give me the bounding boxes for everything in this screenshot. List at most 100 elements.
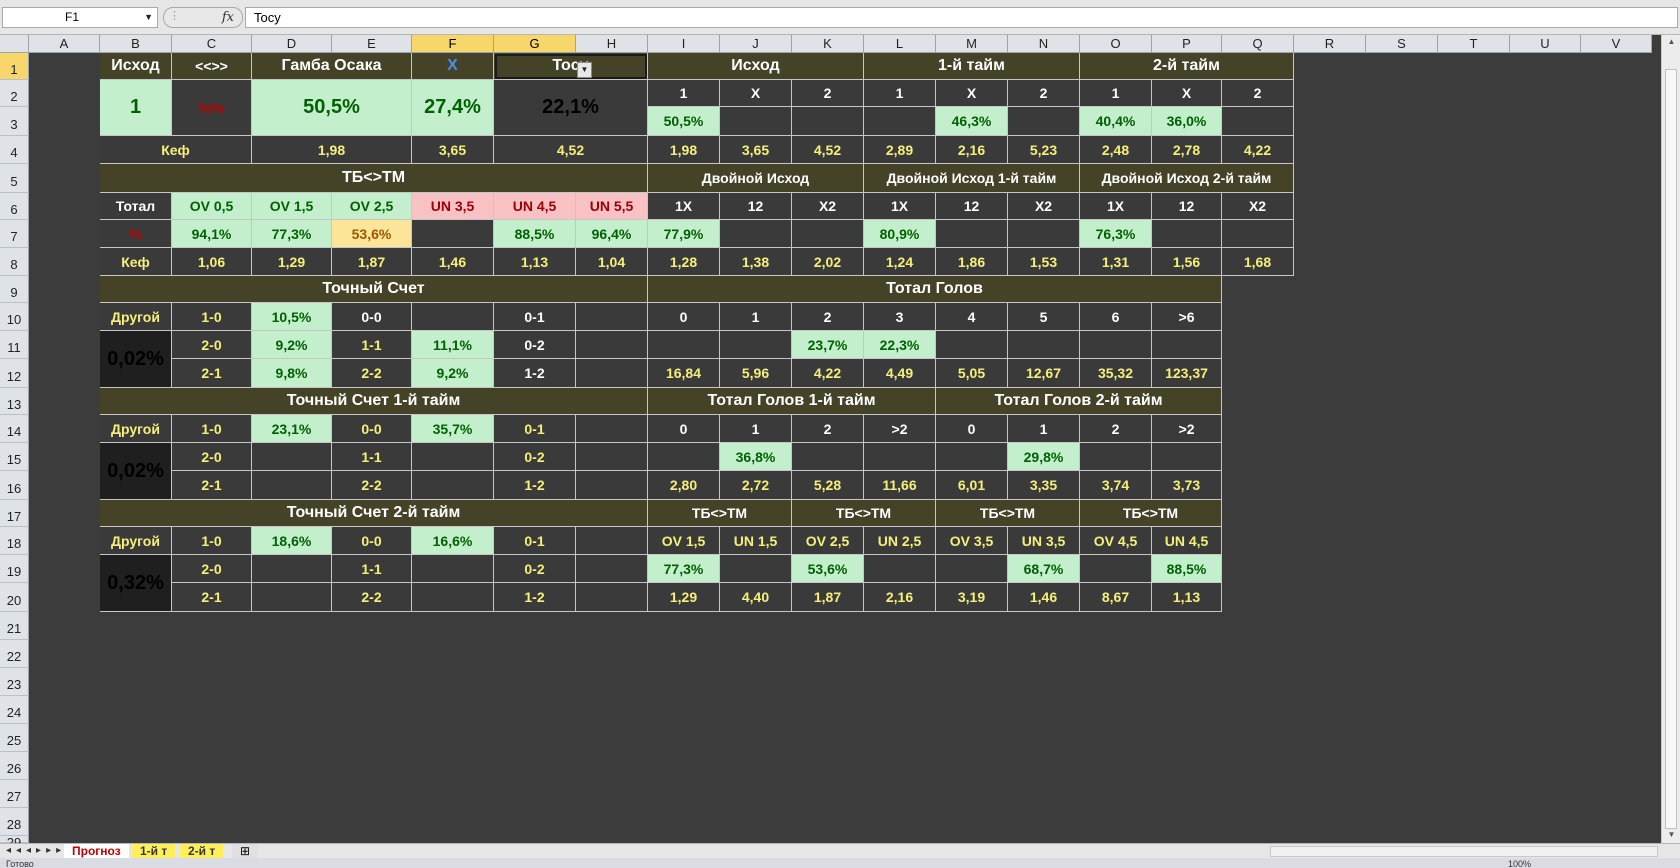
cell-l7[interactable] xyxy=(936,220,1008,248)
cell-a13[interactable]: Точный Счет 1-й тайм xyxy=(100,388,648,415)
cell-l17[interactable]: ТБ<>ТМ xyxy=(936,500,1080,527)
column-header-m[interactable]: M xyxy=(936,35,1008,53)
cell-j7[interactable] xyxy=(792,220,864,248)
cell-h13[interactable]: Тотал Голов 1-й тайм xyxy=(648,388,936,415)
row-header-12[interactable]: 12 xyxy=(0,359,29,388)
column-header-q[interactable]: Q xyxy=(1222,35,1294,53)
column-header-g[interactable]: G xyxy=(494,35,576,53)
column-header-u[interactable]: U xyxy=(1510,35,1581,53)
cell-n8[interactable]: 1,31 xyxy=(1080,248,1152,276)
column-header-a[interactable]: A xyxy=(29,35,100,53)
cell-e16[interactable] xyxy=(412,471,494,500)
cell-h9[interactable]: Тотал Голов xyxy=(648,276,1222,303)
cell-a6[interactable]: Тотал xyxy=(100,193,172,220)
cell-f6[interactable]: UN 4,5 xyxy=(494,193,576,220)
cell-l8[interactable]: 1,86 xyxy=(936,248,1008,276)
cell-p4[interactable]: 4,22 xyxy=(1222,136,1294,164)
cell-j2[interactable]: 2 xyxy=(792,80,864,107)
cell-h10[interactable]: 0 xyxy=(648,303,720,331)
column-header-v[interactable]: V xyxy=(1581,35,1652,53)
row-header-21[interactable]: 21 xyxy=(0,612,29,640)
cell-k5[interactable]: Двойной Исход 1-й тайм xyxy=(864,164,1080,193)
row-header-17[interactable]: 17 xyxy=(0,500,29,527)
cell-f16[interactable]: 1-2 xyxy=(494,471,576,500)
cell-m7[interactable] xyxy=(1008,220,1080,248)
cell-a19[interactable]: 0,32% xyxy=(100,555,172,612)
cell-m16[interactable]: 3,35 xyxy=(1008,471,1080,500)
cell-h11[interactable] xyxy=(648,331,720,359)
cell-a15[interactable]: 0,02% xyxy=(100,443,172,500)
cell-a14[interactable]: Другой xyxy=(100,415,172,443)
cell-g7[interactable]: 96,4% xyxy=(576,220,648,248)
cell-l2[interactable]: X xyxy=(936,80,1008,107)
cell-m15[interactable]: 29,8% xyxy=(1008,443,1080,471)
cell-i15[interactable]: 36,8% xyxy=(720,443,792,471)
cell-g15[interactable] xyxy=(576,443,648,471)
cell-h2[interactable]: 1 xyxy=(648,80,720,107)
cell-j8[interactable]: 2,02 xyxy=(792,248,864,276)
cell-b7[interactable]: 94,1% xyxy=(172,220,252,248)
row-header-6[interactable]: 6 xyxy=(0,193,29,220)
cell-a8[interactable]: Кеф xyxy=(100,248,172,276)
row-header-8[interactable]: 8 xyxy=(0,248,29,276)
cell-o15[interactable] xyxy=(1152,443,1222,471)
cell-e15[interactable] xyxy=(412,443,494,471)
cell-h1[interactable]: Исход xyxy=(648,53,864,80)
cell-f2[interactable]: 22,1% xyxy=(494,80,648,136)
cell-e11[interactable]: 11,1% xyxy=(412,331,494,359)
cell-i6[interactable]: 12 xyxy=(720,193,792,220)
cell-d12[interactable]: 2-2 xyxy=(332,359,412,388)
cell-p6[interactable]: X2 xyxy=(1222,193,1294,220)
cell-a9[interactable]: Точный Счет xyxy=(100,276,648,303)
cell-m11[interactable] xyxy=(1008,331,1080,359)
cell-m14[interactable]: 1 xyxy=(1008,415,1080,443)
cell-a1[interactable]: Исход xyxy=(100,53,172,80)
cell-i2[interactable]: X xyxy=(720,80,792,107)
new-sheet-icon[interactable]: ⊞ xyxy=(232,844,259,858)
cell-a2[interactable]: 1 xyxy=(100,80,172,136)
cell-k11[interactable]: 22,3% xyxy=(864,331,936,359)
cell-f18[interactable]: 0-1 xyxy=(494,527,576,555)
row-header-25[interactable]: 25 xyxy=(0,724,29,752)
cell-c10[interactable]: 10,5% xyxy=(252,303,332,331)
cell-i19[interactable] xyxy=(720,555,792,583)
column-header-s[interactable]: S xyxy=(1366,35,1438,53)
cell-h16[interactable]: 2,80 xyxy=(648,471,720,500)
row-header-22[interactable]: 22 xyxy=(0,640,29,668)
cell-n3[interactable]: 40,4% xyxy=(1080,107,1152,136)
cell-m2[interactable]: 2 xyxy=(1008,80,1080,107)
cell-b2[interactable]: %% xyxy=(172,80,252,136)
cell-n5[interactable]: Двойной Исход 2-й тайм xyxy=(1080,164,1294,193)
cell-i18[interactable]: UN 1,5 xyxy=(720,527,792,555)
horizontal-scrollbar[interactable] xyxy=(1270,846,1658,857)
cell-k12[interactable]: 4,49 xyxy=(864,359,936,388)
cell-o20[interactable]: 1,13 xyxy=(1152,583,1222,612)
cell-a4[interactable]: Кеф xyxy=(100,136,252,164)
cell-l19[interactable] xyxy=(936,555,1008,583)
cell-i4[interactable]: 3,65 xyxy=(720,136,792,164)
cell-m18[interactable]: UN 3,5 xyxy=(1008,527,1080,555)
cell-p2[interactable]: 2 xyxy=(1222,80,1294,107)
row-header-29[interactable]: 29 xyxy=(0,836,29,849)
row-header-10[interactable]: 10 xyxy=(0,303,29,331)
cell-f20[interactable]: 1-2 xyxy=(494,583,576,612)
cell-h7[interactable]: 77,9% xyxy=(648,220,720,248)
cell-c15[interactable] xyxy=(252,443,332,471)
cell-g19[interactable] xyxy=(576,555,648,583)
cell-i16[interactable]: 2,72 xyxy=(720,471,792,500)
cell-f14[interactable]: 0-1 xyxy=(494,415,576,443)
cell-o12[interactable]: 123,37 xyxy=(1152,359,1222,388)
cell-m19[interactable]: 68,7% xyxy=(1008,555,1080,583)
cell-g16[interactable] xyxy=(576,471,648,500)
column-header-p[interactable]: P xyxy=(1152,35,1222,53)
chevron-down-icon[interactable]: ▼ xyxy=(144,8,153,27)
cell-m20[interactable]: 1,46 xyxy=(1008,583,1080,612)
cell-e19[interactable] xyxy=(412,555,494,583)
cell-a17[interactable]: Точный Счет 2-й тайм xyxy=(100,500,648,527)
cell-o10[interactable]: >6 xyxy=(1152,303,1222,331)
cell-c11[interactable]: 9,2% xyxy=(252,331,332,359)
cell-l16[interactable]: 6,01 xyxy=(936,471,1008,500)
cell-e18[interactable]: 16,6% xyxy=(412,527,494,555)
cell-j11[interactable]: 23,7% xyxy=(792,331,864,359)
cell-l3[interactable]: 46,3% xyxy=(936,107,1008,136)
